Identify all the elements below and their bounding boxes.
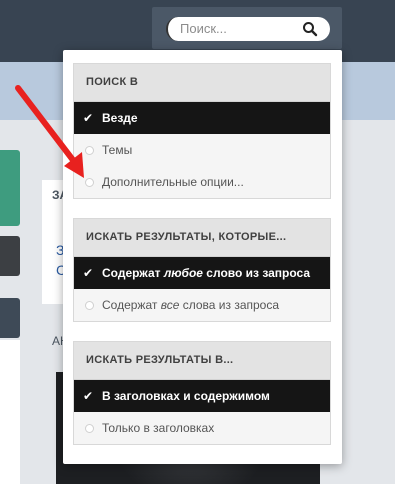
- option-label-emphasis: все: [160, 298, 180, 312]
- section-title: ИСКАТЬ РЕЗУЛЬТАТЫ В...: [74, 342, 330, 380]
- option-label-part: Содержат: [102, 266, 164, 280]
- section-match-type: ИСКАТЬ РЕЗУЛЬТАТЫ, КОТОРЫЕ... ✔ Содержат…: [73, 218, 331, 322]
- option-label: В заголовках и содержимом: [102, 389, 270, 403]
- option-label-part: слово из запроса: [202, 266, 311, 280]
- section-title: ИСКАТЬ РЕЗУЛЬТАТЫ, КОТОРЫЕ...: [74, 219, 330, 257]
- option-label-part: слова из запроса: [179, 298, 280, 312]
- section-title: ПОИСК В: [74, 64, 330, 102]
- search-icon[interactable]: [302, 21, 318, 37]
- background-white-strip: [0, 340, 20, 484]
- option-any-word[interactable]: ✔ Содержат любое слово из запроса: [74, 257, 330, 289]
- option-label-part: Содержат: [102, 298, 161, 312]
- background-dark-block: [0, 236, 20, 276]
- option-advanced[interactable]: Дополнительные опции...: [74, 166, 330, 198]
- red-arrow-annotation: [15, 85, 84, 178]
- section-search-scope: ИСКАТЬ РЕЗУЛЬТАТЫ В... ✔ В заголовках и …: [73, 341, 331, 445]
- option-label: Только в заголовках: [102, 421, 215, 435]
- option-titles-only[interactable]: Только в заголовках: [74, 412, 330, 444]
- section-search-in: ПОИСК В ✔ Везде Темы Дополнительные опци…: [73, 63, 331, 199]
- option-all-words[interactable]: Содержат все слова из запроса: [74, 289, 330, 321]
- option-titles-and-content[interactable]: ✔ В заголовках и содержимом: [74, 380, 330, 412]
- option-everywhere[interactable]: ✔ Везде: [74, 102, 330, 134]
- option-label: Дополнительные опции...: [102, 175, 244, 189]
- option-label-emphasis: любое: [163, 266, 203, 280]
- background-dark-block: [0, 298, 20, 338]
- checkmark-icon: ✔: [83, 266, 94, 280]
- radio-icon: [85, 424, 94, 433]
- checkmark-icon: ✔: [83, 389, 94, 403]
- radio-icon: [85, 301, 94, 310]
- option-topics[interactable]: Темы: [74, 134, 330, 166]
